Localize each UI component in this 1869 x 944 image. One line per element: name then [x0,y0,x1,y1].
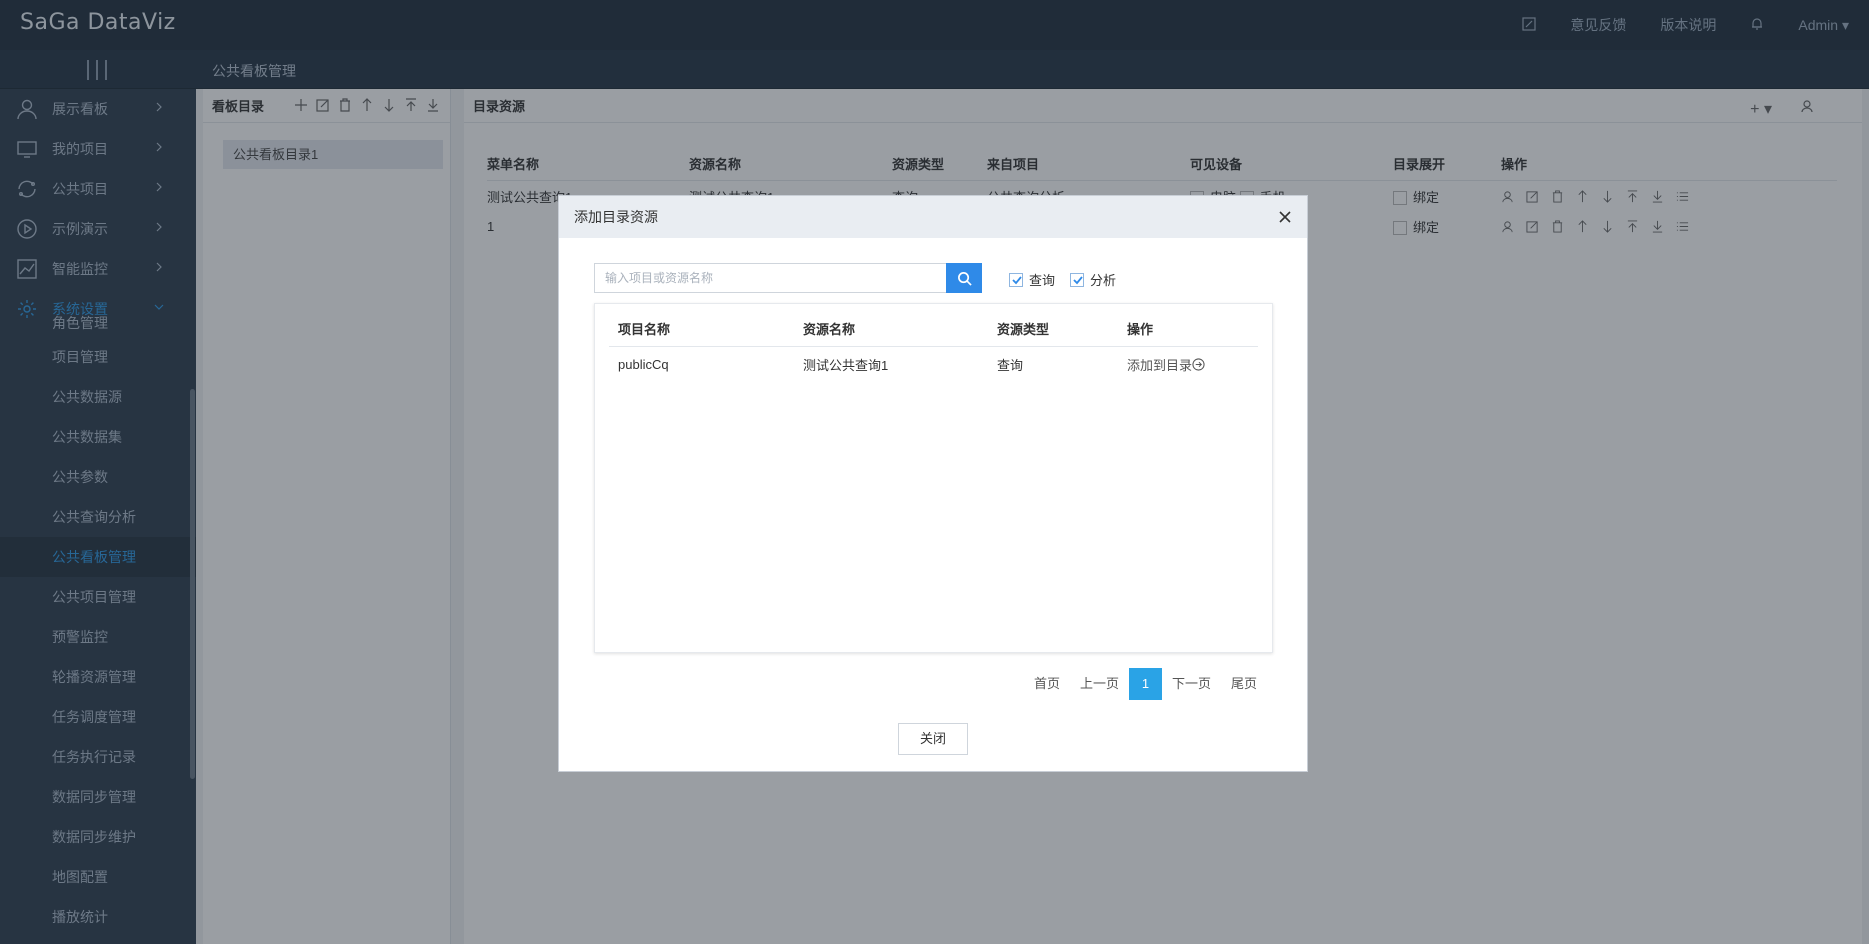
cell-project: publicCq [618,356,669,372]
cell-resource: 测试公共查询1 [803,357,889,373]
checkbox-checked-icon [1009,272,1023,287]
filter-analysis-checkbox[interactable]: 分析 [1070,270,1116,289]
column-header: 操作 [1127,321,1154,337]
table-row: publicCq 测试公共查询1 查询 添加到目录 [609,347,1258,381]
add-to-directory-link[interactable]: 添加到目录 [1127,355,1258,374]
dialog-header: 添加目录资源 [559,196,1307,238]
close-button[interactable]: 关闭 [898,723,968,755]
table-header: 项目名称 资源名称 资源类型 操作 [609,304,1258,347]
filter-query-checkbox[interactable]: 查询 [1009,270,1055,289]
page-first[interactable]: 首页 [1024,668,1070,700]
cell-type: 查询 [997,357,1024,373]
column-header: 项目名称 [618,321,671,337]
search-button[interactable] [946,263,982,293]
add-resource-dialog: 添加目录资源 查询 分析 项目名称 资源名称 资源类型 操作 publicCq … [558,195,1308,772]
column-header: 资源名称 [803,321,856,337]
filter-label: 分析 [1090,273,1117,288]
page-prev[interactable]: 上一页 [1070,668,1129,700]
resource-table: 项目名称 资源名称 资源类型 操作 publicCq 测试公共查询1 查询 添加… [594,303,1273,653]
filter-label: 查询 [1029,273,1056,288]
search-input[interactable] [594,263,946,293]
close-icon[interactable] [1275,207,1295,227]
dialog-title: 添加目录资源 [574,209,658,225]
column-header: 资源类型 [997,321,1050,337]
page-current[interactable]: 1 [1128,668,1162,700]
search-icon [957,271,972,286]
page-next[interactable]: 下一页 [1162,668,1221,700]
page-last[interactable]: 尾页 [1221,668,1267,700]
checkbox-checked-icon [1070,272,1084,287]
pagination: 首页 上一页 1 下一页 尾页 [1024,668,1267,700]
arrow-circle-right-icon [1192,357,1205,371]
action-label: 添加到目录 [1127,357,1193,373]
